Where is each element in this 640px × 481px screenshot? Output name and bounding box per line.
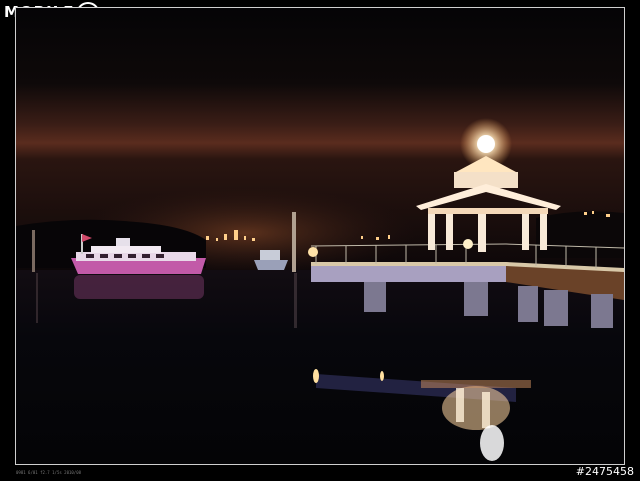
lamp-reflection bbox=[380, 371, 384, 381]
night-harbor-photo bbox=[16, 8, 624, 464]
pier-lamp bbox=[308, 247, 318, 257]
photo-frame bbox=[15, 7, 625, 465]
lamp-reflection bbox=[313, 369, 319, 383]
photo-id-label: #2475458 bbox=[575, 465, 634, 478]
mooring-pole bbox=[32, 230, 35, 272]
boat-reflection bbox=[74, 275, 204, 299]
right-hill bbox=[536, 211, 624, 258]
light-pole bbox=[292, 212, 296, 272]
exif-caption: 0981 6/01 f2.7 1/5s 2010/08 bbox=[16, 470, 82, 475]
